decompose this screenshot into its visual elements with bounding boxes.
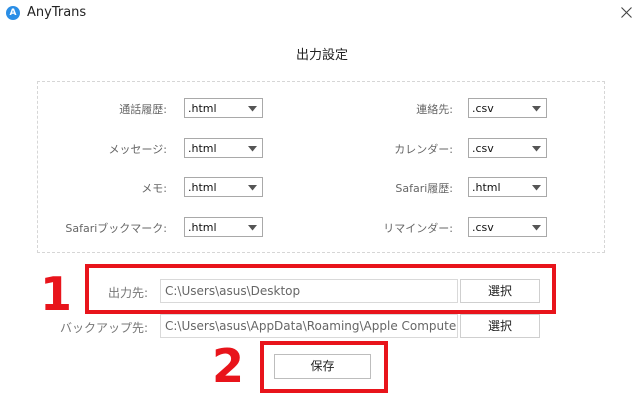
close-button[interactable]: [615, 3, 637, 23]
annotation-highlight-output-path: [85, 264, 556, 314]
setting-contacts: 連絡先: .csv: [38, 98, 547, 118]
setting-label: Safari履歴:: [395, 182, 453, 195]
safari-history-format-select[interactable]: .html: [468, 177, 547, 197]
chevron-down-icon: [532, 146, 541, 152]
backup-choose-button[interactable]: 選択: [460, 314, 540, 338]
setting-label: リマインダー:: [383, 222, 453, 235]
backup-path-label: バックアップ先:: [59, 321, 148, 335]
backup-path-input[interactable]: C:\Users\asus\AppData\Roaming\Apple Comp…: [160, 314, 458, 338]
dialog-title: 出力設定: [295, 48, 348, 63]
setting-reminders: リマインダー: .csv: [38, 217, 547, 237]
chevron-down-icon: [532, 185, 541, 191]
chevron-down-icon: [532, 225, 541, 231]
setting-safari-history: Safari履歴: .html: [38, 177, 547, 197]
title-bar: A AnyTrans: [0, 0, 644, 30]
calendar-format-select[interactable]: .csv: [468, 138, 547, 158]
close-icon: [620, 7, 632, 18]
anytrans-logo-icon: A: [6, 6, 20, 20]
setting-label: 連絡先:: [416, 103, 453, 116]
contacts-format-select[interactable]: .csv: [468, 98, 547, 118]
annotation-step-2: 2: [212, 339, 245, 393]
setting-calendar: カレンダー: .csv: [38, 138, 547, 158]
select-value: .html: [472, 181, 501, 194]
annotation-step-1: 1: [40, 267, 73, 321]
setting-label: カレンダー:: [394, 143, 453, 156]
select-value: .csv: [472, 142, 494, 155]
window-title: AnyTrans: [27, 5, 87, 20]
select-value: .csv: [472, 102, 494, 115]
format-settings-panel: 通話履歴: .html メッセージ: .html メモ: .html Safar…: [37, 81, 605, 253]
reminders-format-select[interactable]: .csv: [468, 217, 547, 237]
select-value: .csv: [472, 221, 494, 234]
annotation-highlight-save-button: [260, 341, 388, 393]
chevron-down-icon: [532, 106, 541, 112]
